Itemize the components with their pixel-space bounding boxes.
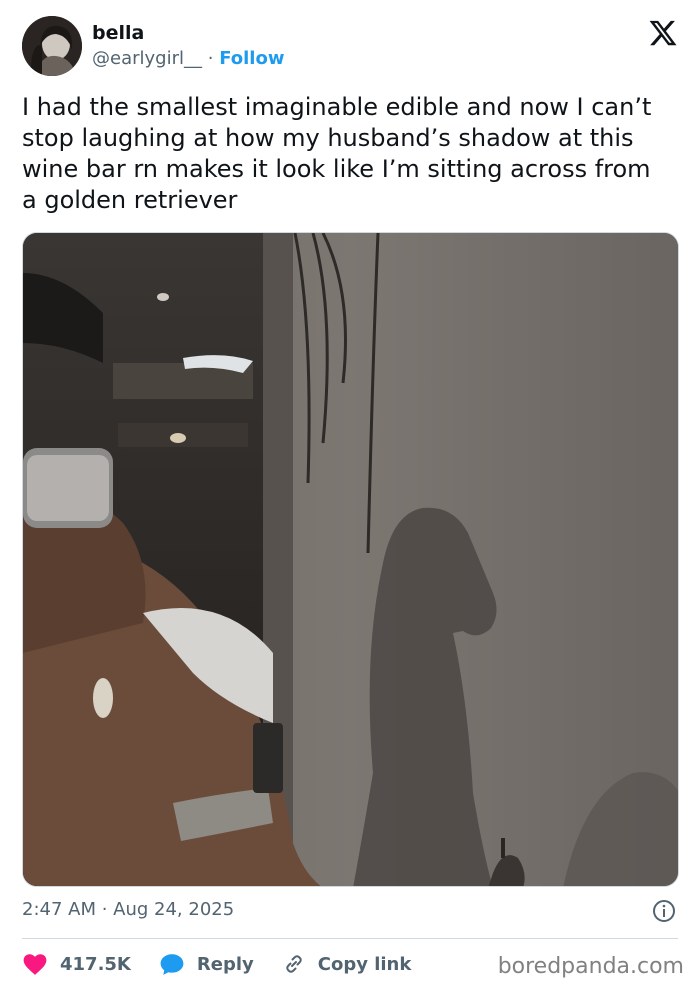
tweet-timestamp[interactable]: 2:47 AM · Aug 24, 2025 [22, 899, 234, 920]
copy-link-button[interactable]: Copy link [282, 952, 412, 976]
like-count: 417.5K [60, 953, 131, 975]
info-icon[interactable] [652, 899, 676, 923]
like-button[interactable]: 417.5K [22, 952, 131, 976]
author-handle-row: @earlygirl__ · Follow [92, 48, 284, 69]
follow-button[interactable]: Follow [219, 48, 284, 69]
copy-link-label: Copy link [317, 953, 412, 975]
avatar[interactable] [22, 16, 82, 76]
divider [22, 938, 678, 939]
author-name[interactable]: bella [92, 22, 144, 44]
reply-label: Reply [196, 953, 254, 975]
action-bar: 417.5K Reply Copy link [22, 950, 439, 978]
tweet-photo[interactable] [22, 232, 679, 887]
watermark: boredpanda.com [497, 954, 684, 979]
heart-icon [23, 954, 47, 975]
author-handle[interactable]: @earlygirl__ [92, 48, 202, 69]
separator: · [207, 48, 214, 69]
link-icon [286, 955, 302, 973]
x-logo-icon[interactable] [648, 18, 678, 48]
tweet-text: I had the smallest imaginable edible and… [22, 93, 652, 214]
speech-bubble-icon [160, 954, 184, 975]
reply-button[interactable]: Reply [159, 952, 254, 976]
